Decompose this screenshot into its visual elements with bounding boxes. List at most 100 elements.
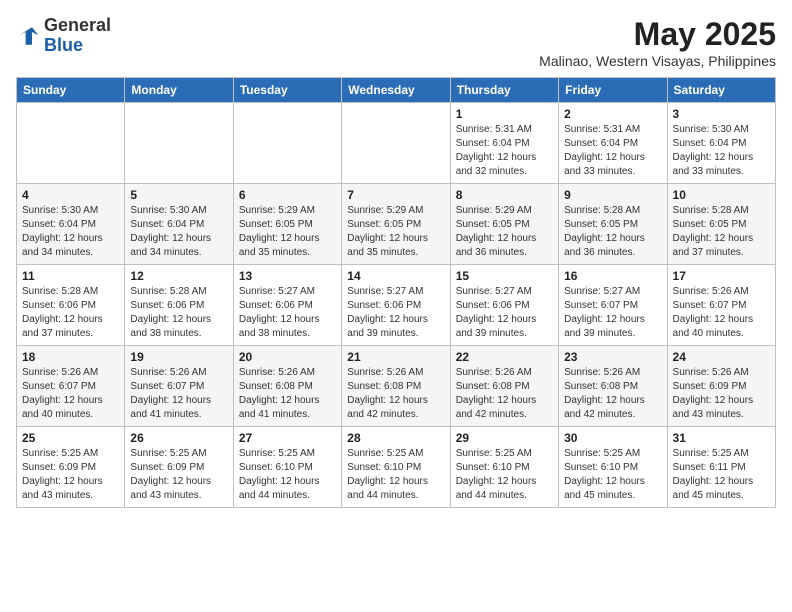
calendar-week-4: 18 Sunrise: 5:26 AM Sunset: 6:07 PM Dayli… xyxy=(17,346,776,427)
day-info: Sunrise: 5:26 AM Sunset: 6:07 PM Dayligh… xyxy=(673,285,770,341)
day-info: Sunrise: 5:26 AM Sunset: 6:07 PM Dayligh… xyxy=(22,366,119,422)
table-row: 10Sunrise: 5:28 AM Sunset: 6:05 PM Dayli… xyxy=(667,184,775,265)
day-info: Sunrise: 5:29 AM Sunset: 6:05 PM Dayligh… xyxy=(456,204,553,260)
table-row: 26 Sunrise: 5:25 AM Sunset: 6:09 PM Dayli… xyxy=(125,427,233,508)
day-info: Sunrise: 5:25 AM Sunset: 6:09 PM Dayligh… xyxy=(22,447,119,503)
table-row: 7Sunrise: 5:29 AM Sunset: 6:05 PM Daylig… xyxy=(342,184,450,265)
table-row: 1 Sunrise: 5:31 AM Sunset: 6:04 PM Daylig… xyxy=(450,103,558,184)
day-number: 14 xyxy=(347,269,444,283)
table-row: 15Sunrise: 5:27 AM Sunset: 6:06 PM Dayli… xyxy=(450,265,558,346)
day-number: 17 xyxy=(673,269,770,283)
day-number: 31 xyxy=(673,431,770,445)
table-row: 22 Sunrise: 5:26 AM Sunset: 6:08 PM Dayli… xyxy=(450,346,558,427)
day-info: Sunrise: 5:25 AM Sunset: 6:10 PM Dayligh… xyxy=(456,447,553,503)
day-number: 22 xyxy=(456,350,553,364)
table-row: 27 Sunrise: 5:25 AM Sunset: 6:10 PM Dayli… xyxy=(233,427,341,508)
col-thursday: Thursday xyxy=(450,78,558,103)
page-header: General Blue May 2025 Malinao, Western V… xyxy=(16,16,776,69)
day-number: 2 xyxy=(564,107,661,121)
day-info: Sunrise: 5:26 AM Sunset: 6:07 PM Dayligh… xyxy=(130,366,227,422)
day-number: 24 xyxy=(673,350,770,364)
table-row: 4Sunrise: 5:30 AM Sunset: 6:04 PM Daylig… xyxy=(17,184,125,265)
day-info: Sunrise: 5:30 AM Sunset: 6:04 PM Dayligh… xyxy=(22,204,119,260)
day-info: Sunrise: 5:25 AM Sunset: 6:10 PM Dayligh… xyxy=(564,447,661,503)
day-info: Sunrise: 5:31 AM Sunset: 6:04 PM Dayligh… xyxy=(456,123,553,179)
day-number: 5 xyxy=(130,188,227,202)
title-block: May 2025 Malinao, Western Visayas, Phili… xyxy=(539,16,776,69)
table-row: 12 Sunrise: 5:28 AM Sunset: 6:06 PM Dayli… xyxy=(125,265,233,346)
day-info: Sunrise: 5:26 AM Sunset: 6:08 PM Dayligh… xyxy=(456,366,553,422)
month-title: May 2025 xyxy=(539,16,776,53)
col-tuesday: Tuesday xyxy=(233,78,341,103)
day-number: 19 xyxy=(130,350,227,364)
logo-icon xyxy=(16,24,40,48)
day-info: Sunrise: 5:26 AM Sunset: 6:08 PM Dayligh… xyxy=(239,366,336,422)
day-number: 16 xyxy=(564,269,661,283)
day-info: Sunrise: 5:28 AM Sunset: 6:06 PM Dayligh… xyxy=(130,285,227,341)
col-saturday: Saturday xyxy=(667,78,775,103)
table-row: 11 Sunrise: 5:28 AM Sunset: 6:06 PM Dayli… xyxy=(17,265,125,346)
location-subtitle: Malinao, Western Visayas, Philippines xyxy=(539,53,776,69)
table-row: 31Sunrise: 5:25 AM Sunset: 6:11 PM Dayli… xyxy=(667,427,775,508)
day-number: 30 xyxy=(564,431,661,445)
table-row: 14 Sunrise: 5:27 AM Sunset: 6:06 PM Dayli… xyxy=(342,265,450,346)
col-sunday: Sunday xyxy=(17,78,125,103)
col-friday: Friday xyxy=(559,78,667,103)
calendar-week-2: 4Sunrise: 5:30 AM Sunset: 6:04 PM Daylig… xyxy=(17,184,776,265)
table-row xyxy=(17,103,125,184)
day-info: Sunrise: 5:28 AM Sunset: 6:05 PM Dayligh… xyxy=(564,204,661,260)
day-info: Sunrise: 5:25 AM Sunset: 6:10 PM Dayligh… xyxy=(239,447,336,503)
day-number: 27 xyxy=(239,431,336,445)
day-number: 13 xyxy=(239,269,336,283)
day-number: 12 xyxy=(130,269,227,283)
table-row: 6Sunrise: 5:29 AM Sunset: 6:05 PM Daylig… xyxy=(233,184,341,265)
day-number: 11 xyxy=(22,269,119,283)
day-number: 25 xyxy=(22,431,119,445)
table-row: 17 Sunrise: 5:26 AM Sunset: 6:07 PM Dayli… xyxy=(667,265,775,346)
logo-text: General Blue xyxy=(44,16,111,56)
col-monday: Monday xyxy=(125,78,233,103)
day-info: Sunrise: 5:31 AM Sunset: 6:04 PM Dayligh… xyxy=(564,123,661,179)
table-row: 24 Sunrise: 5:26 AM Sunset: 6:09 PM Dayli… xyxy=(667,346,775,427)
day-info: Sunrise: 5:27 AM Sunset: 6:06 PM Dayligh… xyxy=(456,285,553,341)
day-number: 3 xyxy=(673,107,770,121)
calendar-table: Sunday Monday Tuesday Wednesday Thursday… xyxy=(16,77,776,508)
table-row: 23Sunrise: 5:26 AM Sunset: 6:08 PM Dayli… xyxy=(559,346,667,427)
day-info: Sunrise: 5:25 AM Sunset: 6:09 PM Dayligh… xyxy=(130,447,227,503)
table-row: 19 Sunrise: 5:26 AM Sunset: 6:07 PM Dayli… xyxy=(125,346,233,427)
day-info: Sunrise: 5:28 AM Sunset: 6:06 PM Dayligh… xyxy=(22,285,119,341)
table-row: 2 Sunrise: 5:31 AM Sunset: 6:04 PM Daylig… xyxy=(559,103,667,184)
table-row: 9 Sunrise: 5:28 AM Sunset: 6:05 PM Daylig… xyxy=(559,184,667,265)
day-info: Sunrise: 5:27 AM Sunset: 6:07 PM Dayligh… xyxy=(564,285,661,341)
day-number: 26 xyxy=(130,431,227,445)
header-row: Sunday Monday Tuesday Wednesday Thursday… xyxy=(17,78,776,103)
table-row: 8 Sunrise: 5:29 AM Sunset: 6:05 PM Daylig… xyxy=(450,184,558,265)
table-row: 21 Sunrise: 5:26 AM Sunset: 6:08 PM Dayli… xyxy=(342,346,450,427)
day-info: Sunrise: 5:27 AM Sunset: 6:06 PM Dayligh… xyxy=(347,285,444,341)
day-number: 20 xyxy=(239,350,336,364)
day-number: 28 xyxy=(347,431,444,445)
table-row: 18 Sunrise: 5:26 AM Sunset: 6:07 PM Dayli… xyxy=(17,346,125,427)
day-number: 1 xyxy=(456,107,553,121)
calendar-week-5: 25 Sunrise: 5:25 AM Sunset: 6:09 PM Dayli… xyxy=(17,427,776,508)
col-wednesday: Wednesday xyxy=(342,78,450,103)
day-info: Sunrise: 5:27 AM Sunset: 6:06 PM Dayligh… xyxy=(239,285,336,341)
day-number: 29 xyxy=(456,431,553,445)
day-info: Sunrise: 5:26 AM Sunset: 6:09 PM Dayligh… xyxy=(673,366,770,422)
table-row: 13 Sunrise: 5:27 AM Sunset: 6:06 PM Dayli… xyxy=(233,265,341,346)
day-number: 8 xyxy=(456,188,553,202)
day-info: Sunrise: 5:26 AM Sunset: 6:08 PM Dayligh… xyxy=(347,366,444,422)
day-number: 23 xyxy=(564,350,661,364)
table-row: 16 Sunrise: 5:27 AM Sunset: 6:07 PM Dayli… xyxy=(559,265,667,346)
calendar-week-3: 11 Sunrise: 5:28 AM Sunset: 6:06 PM Dayli… xyxy=(17,265,776,346)
table-row xyxy=(342,103,450,184)
day-number: 18 xyxy=(22,350,119,364)
table-row: 29 Sunrise: 5:25 AM Sunset: 6:10 PM Dayli… xyxy=(450,427,558,508)
table-row: 28Sunrise: 5:25 AM Sunset: 6:10 PM Dayli… xyxy=(342,427,450,508)
day-info: Sunrise: 5:28 AM Sunset: 6:05 PM Dayligh… xyxy=(673,204,770,260)
table-row: 20 Sunrise: 5:26 AM Sunset: 6:08 PM Dayli… xyxy=(233,346,341,427)
day-info: Sunrise: 5:29 AM Sunset: 6:05 PM Dayligh… xyxy=(239,204,336,260)
day-number: 21 xyxy=(347,350,444,364)
table-row: 3Sunrise: 5:30 AM Sunset: 6:04 PM Daylig… xyxy=(667,103,775,184)
day-number: 9 xyxy=(564,188,661,202)
